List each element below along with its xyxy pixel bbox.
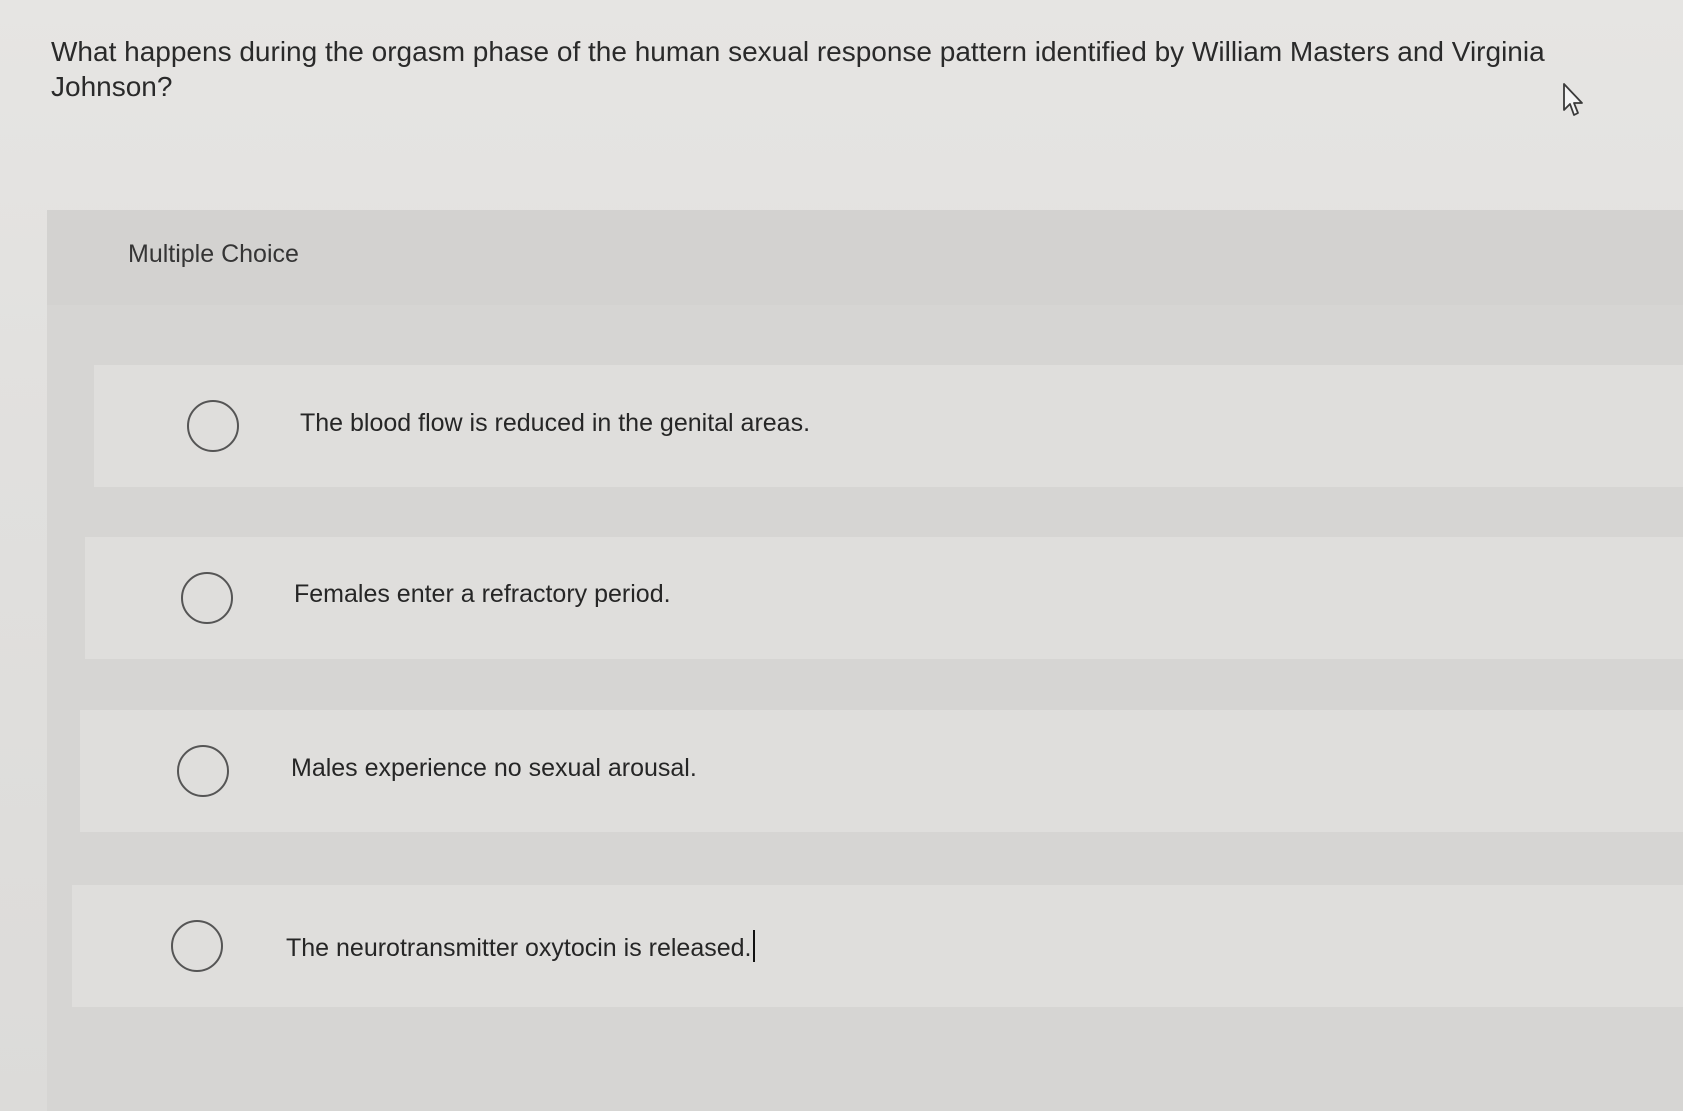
- question-type-label: Multiple Choice: [128, 240, 299, 268]
- answer-option-4[interactable]: The neurotransmitter oxytocin is release…: [72, 885, 1683, 1007]
- radio-circle-icon[interactable]: [181, 572, 233, 624]
- text-cursor-icon: [752, 930, 755, 962]
- answer-option-3[interactable]: Males experience no sexual arousal.: [80, 710, 1683, 832]
- answer-option-label: Females enter a refractory period.: [294, 580, 671, 608]
- answer-option-2[interactable]: Females enter a refractory period.: [85, 537, 1683, 659]
- answer-option-label-wrapper: The neurotransmitter oxytocin is release…: [286, 930, 755, 963]
- radio-circle-icon[interactable]: [187, 400, 239, 452]
- answer-option-label: The blood flow is reduced in the genital…: [300, 409, 811, 437]
- question-text: What happens during the orgasm phase of …: [51, 36, 1545, 102]
- answer-option-1[interactable]: The blood flow is reduced in the genital…: [94, 365, 1683, 487]
- answer-option-label: Males experience no sexual arousal.: [291, 754, 697, 782]
- mouse-pointer-icon: [1563, 83, 1583, 116]
- panel-header: Multiple Choice: [47, 210, 1683, 305]
- radio-circle-icon[interactable]: [177, 745, 229, 797]
- radio-circle-icon[interactable]: [171, 920, 223, 972]
- multiple-choice-panel: Multiple Choice The blood flow is reduce…: [47, 210, 1683, 1111]
- answer-option-label: The neurotransmitter oxytocin is release…: [286, 934, 752, 962]
